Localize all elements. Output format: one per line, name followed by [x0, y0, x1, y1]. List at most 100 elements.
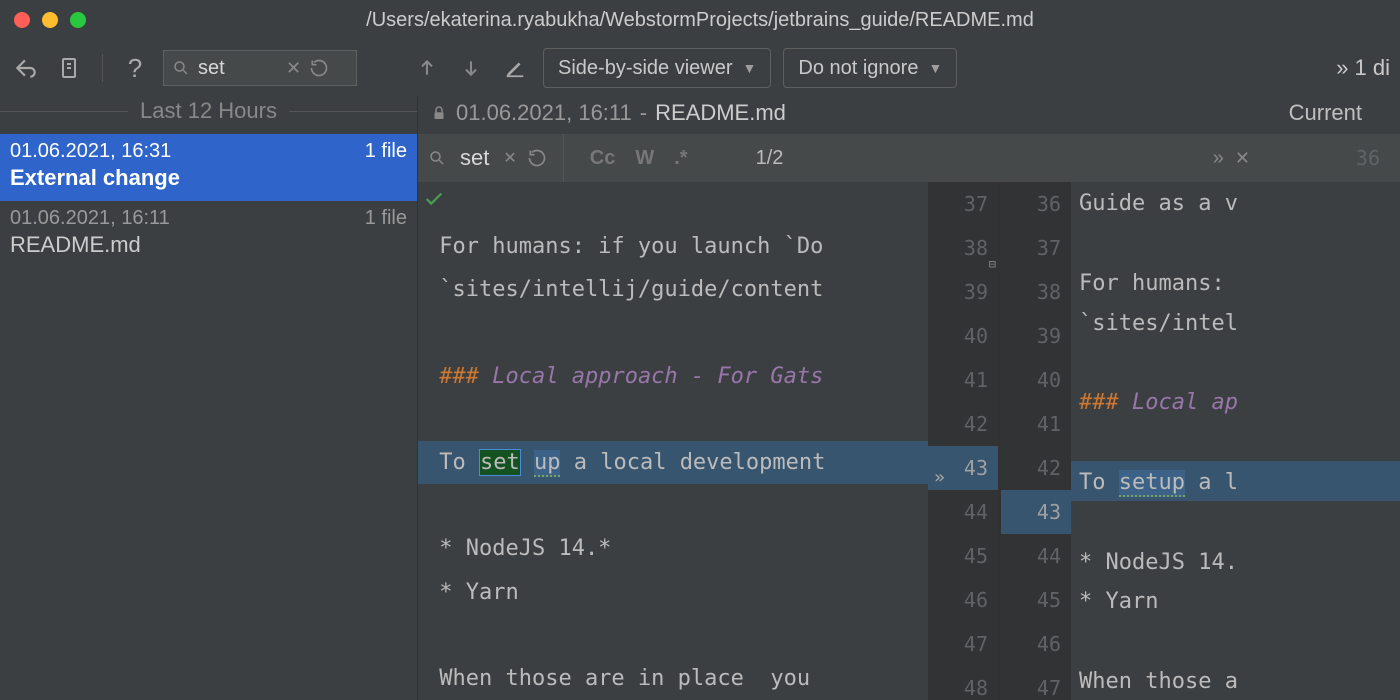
viewer-mode-dropdown[interactable]: Side-by-side viewer ▼: [543, 48, 771, 88]
chevron-down-icon: ▼: [743, 60, 757, 76]
words-toggle[interactable]: W: [629, 145, 660, 172]
patch-icon[interactable]: [54, 52, 86, 84]
history-item[interactable]: 01.06.2021, 16:11 1 fileREADME.md: [0, 201, 417, 268]
prev-diff-icon[interactable]: [411, 52, 443, 84]
ignore-mode-label: Do not ignore: [798, 57, 918, 80]
gutter-line: 43: [1001, 490, 1071, 534]
separator: [102, 54, 103, 82]
regex-toggle[interactable]: .*: [668, 145, 693, 172]
diff-left-timestamp: 01.06.2021, 16:11: [456, 100, 632, 126]
diff-right-title: Current: [1289, 100, 1400, 126]
code-line: For humans: if you launch `Do: [418, 225, 928, 268]
gutter-line: 44: [928, 490, 998, 534]
search-options: Cc W .*: [563, 134, 714, 182]
code-line: * Yarn: [418, 571, 928, 614]
diff-area: 01.06.2021, 16:11 - README.md Current se…: [418, 96, 1400, 700]
maximize-window-button[interactable]: [70, 12, 86, 28]
edit-icon[interactable]: [499, 52, 531, 84]
gutter-line: 40: [928, 314, 998, 358]
diff-right-editor[interactable]: Guide as a v For humans: `sites/intel ### …: [1071, 182, 1400, 700]
diff-left-editor[interactable]: For humans: if you launch `Do `sites/int…: [418, 182, 928, 700]
history-item-timestamp: 01.06.2021, 16:11: [10, 207, 170, 230]
code-line: [1071, 341, 1400, 381]
gutter-line: 37: [928, 182, 998, 226]
gutter-line: 42: [1001, 446, 1071, 490]
next-diff-icon[interactable]: [455, 52, 487, 84]
gutter-line: 44: [1001, 534, 1071, 578]
gutter-line: 45: [928, 534, 998, 578]
diff-header: 01.06.2021, 16:11 - README.md Current: [418, 96, 1400, 134]
code-line: [1071, 222, 1400, 262]
code-line: ### Local ap: [1071, 381, 1400, 421]
history-item-timestamp: 01.06.2021, 16:31: [10, 140, 171, 163]
line-numbers-left: 3738⊟3940414243»4445464748: [928, 182, 998, 700]
filter-icon[interactable]: »: [1213, 147, 1221, 170]
close-window-button[interactable]: [14, 12, 30, 28]
history-group-header: Last 12 Hours: [0, 96, 417, 134]
minimize-window-button[interactable]: [42, 12, 58, 28]
code-line: For humans:: [1071, 262, 1400, 302]
gutter-line: 46: [928, 578, 998, 622]
diff-body: For humans: if you launch `Do `sites/int…: [418, 182, 1400, 700]
revert-icon[interactable]: [10, 52, 42, 84]
clear-search-icon[interactable]: ✕: [286, 58, 301, 79]
code-line: [418, 614, 928, 657]
clear-search-icon[interactable]: ✕: [503, 148, 516, 168]
gutter-line: 41: [928, 358, 998, 402]
history-item-filecount: 1 file: [365, 207, 407, 230]
history-search-box[interactable]: ✕: [163, 50, 357, 86]
gutter-line: 39: [1001, 314, 1071, 358]
code-line: [1071, 421, 1400, 461]
code-line: [418, 182, 928, 225]
gutter-line-first-left: 36: [1356, 146, 1390, 170]
diff-search-input[interactable]: set: [456, 145, 493, 171]
history-search-input[interactable]: [198, 57, 278, 80]
code-line: To setup a l: [1071, 461, 1400, 501]
history-item[interactable]: 01.06.2021, 16:31 1 fileExternal change: [0, 134, 417, 201]
code-line: [418, 312, 928, 355]
main: Last 12 Hours 01.06.2021, 16:311 fileExt…: [0, 96, 1400, 700]
code-line: [1071, 620, 1400, 660]
close-search-icon[interactable]: ✕: [1235, 148, 1250, 169]
gutter-line: 38⊟: [928, 226, 998, 270]
match-case-toggle[interactable]: Cc: [584, 145, 622, 172]
gutter-line: 39: [928, 270, 998, 314]
toolbar-overflow[interactable]: » 1 di: [1336, 55, 1390, 81]
gutter-line: 37: [1001, 226, 1071, 270]
overflow-label: 1 di: [1355, 55, 1390, 81]
code-line: `sites/intel: [1071, 302, 1400, 342]
code-line: To set up a local development: [418, 441, 928, 484]
search-history-icon[interactable]: [527, 148, 547, 168]
gutter-line: 41: [1001, 402, 1071, 446]
diff-left-filename: README.md: [655, 100, 786, 126]
window-controls: [14, 12, 86, 28]
search-history-icon[interactable]: [309, 58, 329, 78]
gutter-line: 45: [1001, 578, 1071, 622]
gutter-line: 47: [928, 622, 998, 666]
history-sidebar: Last 12 Hours 01.06.2021, 16:311 fileExt…: [0, 96, 418, 700]
search-icon: [428, 149, 446, 167]
gutter-line: 42: [928, 402, 998, 446]
code-line: When those are in place you: [418, 657, 928, 700]
ignore-mode-dropdown[interactable]: Do not ignore ▼: [783, 48, 957, 88]
code-line: When those a: [1071, 660, 1400, 700]
lock-icon: [430, 104, 448, 122]
diff-search-bar: set ✕ Cc W .* 1/2 » ✕ 36: [418, 134, 1400, 182]
gutter-line: 40: [1001, 358, 1071, 402]
gutter-line: 47: [1001, 666, 1071, 700]
code-line: * NodeJS 14.: [1071, 541, 1400, 581]
chevron-down-icon: ▼: [928, 60, 942, 76]
gutter-line: 38: [1001, 270, 1071, 314]
code-line: [1071, 501, 1400, 541]
viewer-mode-label: Side-by-side viewer: [558, 57, 733, 80]
history-item-title: External change: [10, 165, 407, 191]
history-item-filecount: 1 file: [365, 140, 407, 163]
code-line: ### Local approach - For Gats: [418, 355, 928, 398]
search-match-count: 1/2: [756, 147, 784, 170]
help-icon[interactable]: ?: [119, 52, 151, 84]
code-line: [418, 398, 928, 441]
history-item-title: README.md: [10, 232, 407, 258]
gutter-line: 43»: [928, 446, 998, 490]
line-numbers-right: 36373839404142434445464748: [1001, 182, 1071, 700]
code-line: Guide as a v: [1071, 182, 1400, 222]
